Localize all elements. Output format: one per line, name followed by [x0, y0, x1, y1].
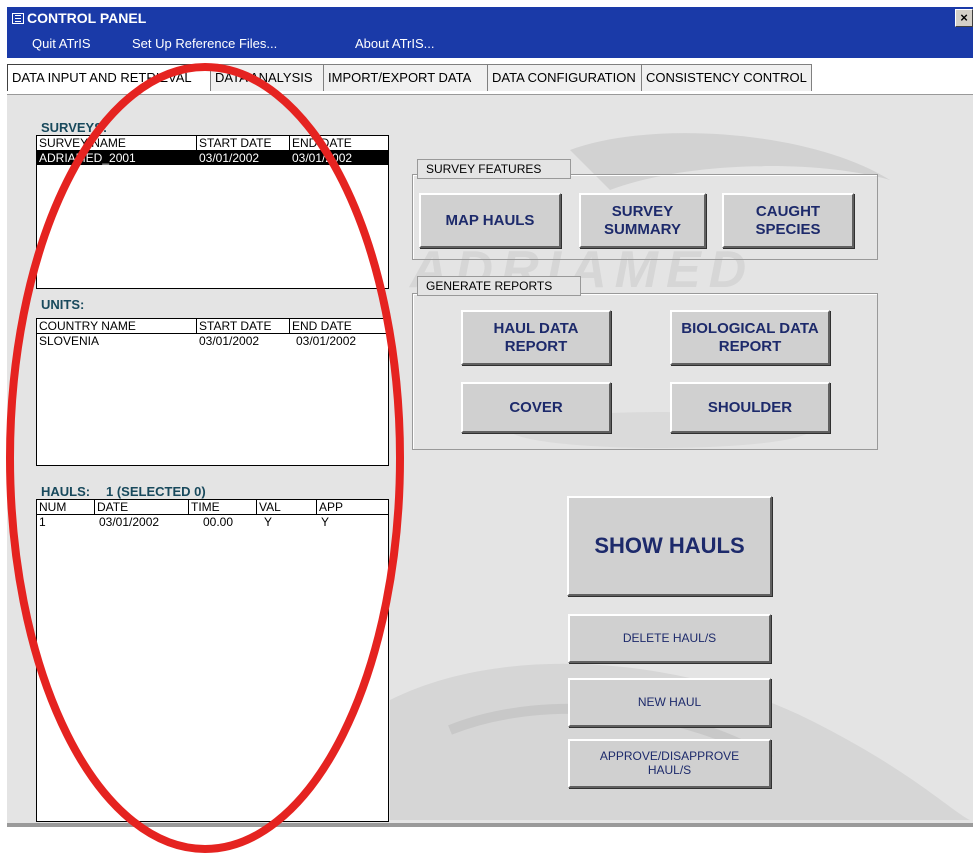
table-row[interactable]: ADRIAMED_2001 03/01/2002 03/01/2002 — [37, 151, 388, 165]
hauls-list[interactable]: NUM DATE TIME VAL APP 1 03/01/2002 00.00… — [36, 499, 389, 822]
column-header[interactable]: START DATE — [196, 319, 289, 333]
column-header[interactable]: TIME — [188, 500, 256, 514]
menu-item-reference-files[interactable]: Set Up Reference Files... — [132, 36, 277, 51]
units-header: COUNTRY NAME START DATE END DATE — [37, 319, 388, 334]
surveys-header: SURVEY NAME START DATE END DATE — [37, 136, 388, 151]
hauls-count: 1 (SELECTED 0) — [106, 484, 206, 499]
units-list[interactable]: COUNTRY NAME START DATE END DATE SLOVENI… — [36, 318, 389, 466]
column-header[interactable]: NUM — [37, 500, 94, 514]
country-name-cell: SLOVENIA — [39, 334, 100, 348]
column-header[interactable]: START DATE — [196, 136, 289, 150]
column-header[interactable]: COUNTRY NAME — [37, 319, 197, 333]
delete-hauls-button[interactable]: DELETE HAUL/S — [568, 614, 771, 663]
cover-button[interactable]: COVER — [461, 382, 611, 433]
end-date-cell: 03/01/2002 — [296, 334, 357, 348]
haul-data-report-button[interactable]: HAUL DATA REPORT — [461, 310, 611, 365]
menu-item-quit[interactable]: Quit ATrIS — [32, 36, 91, 51]
table-row[interactable]: SLOVENIA 03/01/2002 03/01/2002 — [37, 334, 388, 348]
haul-val-cell: Y — [264, 515, 273, 529]
close-icon[interactable]: × — [955, 9, 973, 27]
tab-import-export[interactable]: IMPORT/EXPORT DATA — [323, 64, 490, 91]
end-date-cell: 03/01/2002 — [292, 151, 353, 165]
survey-summary-button[interactable]: SURVEY SUMMARY — [579, 193, 706, 248]
generate-reports-label: GENERATE REPORTS — [417, 276, 581, 296]
start-date-cell: 03/01/2002 — [199, 334, 260, 348]
shoulder-button[interactable]: SHOULDER — [670, 382, 830, 433]
hauls-label: HAULS: — [41, 484, 91, 499]
column-header[interactable]: APP — [316, 500, 387, 514]
survey-name-cell: ADRIAMED_2001 — [39, 151, 136, 165]
column-header[interactable]: END DATE — [289, 136, 388, 150]
tab-data-configuration[interactable]: DATA CONFIGURATION — [487, 64, 644, 91]
tab-data-analysis[interactable]: DATA ANALYSIS — [210, 64, 324, 91]
menu-item-about[interactable]: About ATrIS... — [355, 36, 434, 51]
haul-num-cell: 1 — [39, 515, 46, 529]
survey-features-label: SURVEY FEATURES — [417, 159, 571, 179]
biological-data-report-button[interactable]: BIOLOGICAL DATA REPORT — [670, 310, 830, 365]
tab-strip: DATA INPUT AND RETRIEVAL DATA ANALYSIS I… — [7, 64, 973, 94]
tab-data-input[interactable]: DATA INPUT AND RETRIEVAL — [7, 64, 212, 91]
map-hauls-button[interactable]: MAP HAULS — [419, 193, 561, 248]
show-hauls-button[interactable]: SHOW HAULS — [567, 496, 772, 596]
bottom-border — [7, 823, 973, 827]
haul-time-cell: 00.00 — [203, 515, 234, 529]
column-header[interactable]: VAL — [256, 500, 316, 514]
hauls-header: NUM DATE TIME VAL APP — [37, 500, 388, 515]
window-title: CONTROL PANEL — [27, 10, 147, 26]
caught-species-button[interactable]: CAUGHT SPECIES — [722, 193, 854, 248]
units-label: UNITS: — [41, 297, 85, 312]
window-menu-icon[interactable] — [12, 13, 24, 24]
haul-app-cell: Y — [321, 515, 330, 529]
column-header[interactable]: SURVEY NAME — [37, 136, 197, 150]
surveys-label: SURVEYS: — [41, 120, 108, 135]
table-row[interactable]: 1 03/01/2002 00.00 Y Y — [37, 515, 388, 529]
column-header[interactable]: END DATE — [289, 319, 388, 333]
surveys-list[interactable]: SURVEY NAME START DATE END DATE ADRIAMED… — [36, 135, 389, 289]
menu-bar: Quit ATrIS Set Up Reference Files... Abo… — [7, 29, 973, 58]
haul-date-cell: 03/01/2002 — [99, 515, 160, 529]
start-date-cell: 03/01/2002 — [199, 151, 260, 165]
window-titlebar: CONTROL PANEL × — [7, 7, 973, 29]
new-haul-button[interactable]: NEW HAUL — [568, 678, 771, 727]
column-header[interactable]: DATE — [94, 500, 188, 514]
approve-disapprove-hauls-button[interactable]: APPROVE/DISAPPROVE HAUL/S — [568, 739, 771, 788]
tab-consistency-control[interactable]: CONSISTENCY CONTROL — [641, 64, 812, 91]
